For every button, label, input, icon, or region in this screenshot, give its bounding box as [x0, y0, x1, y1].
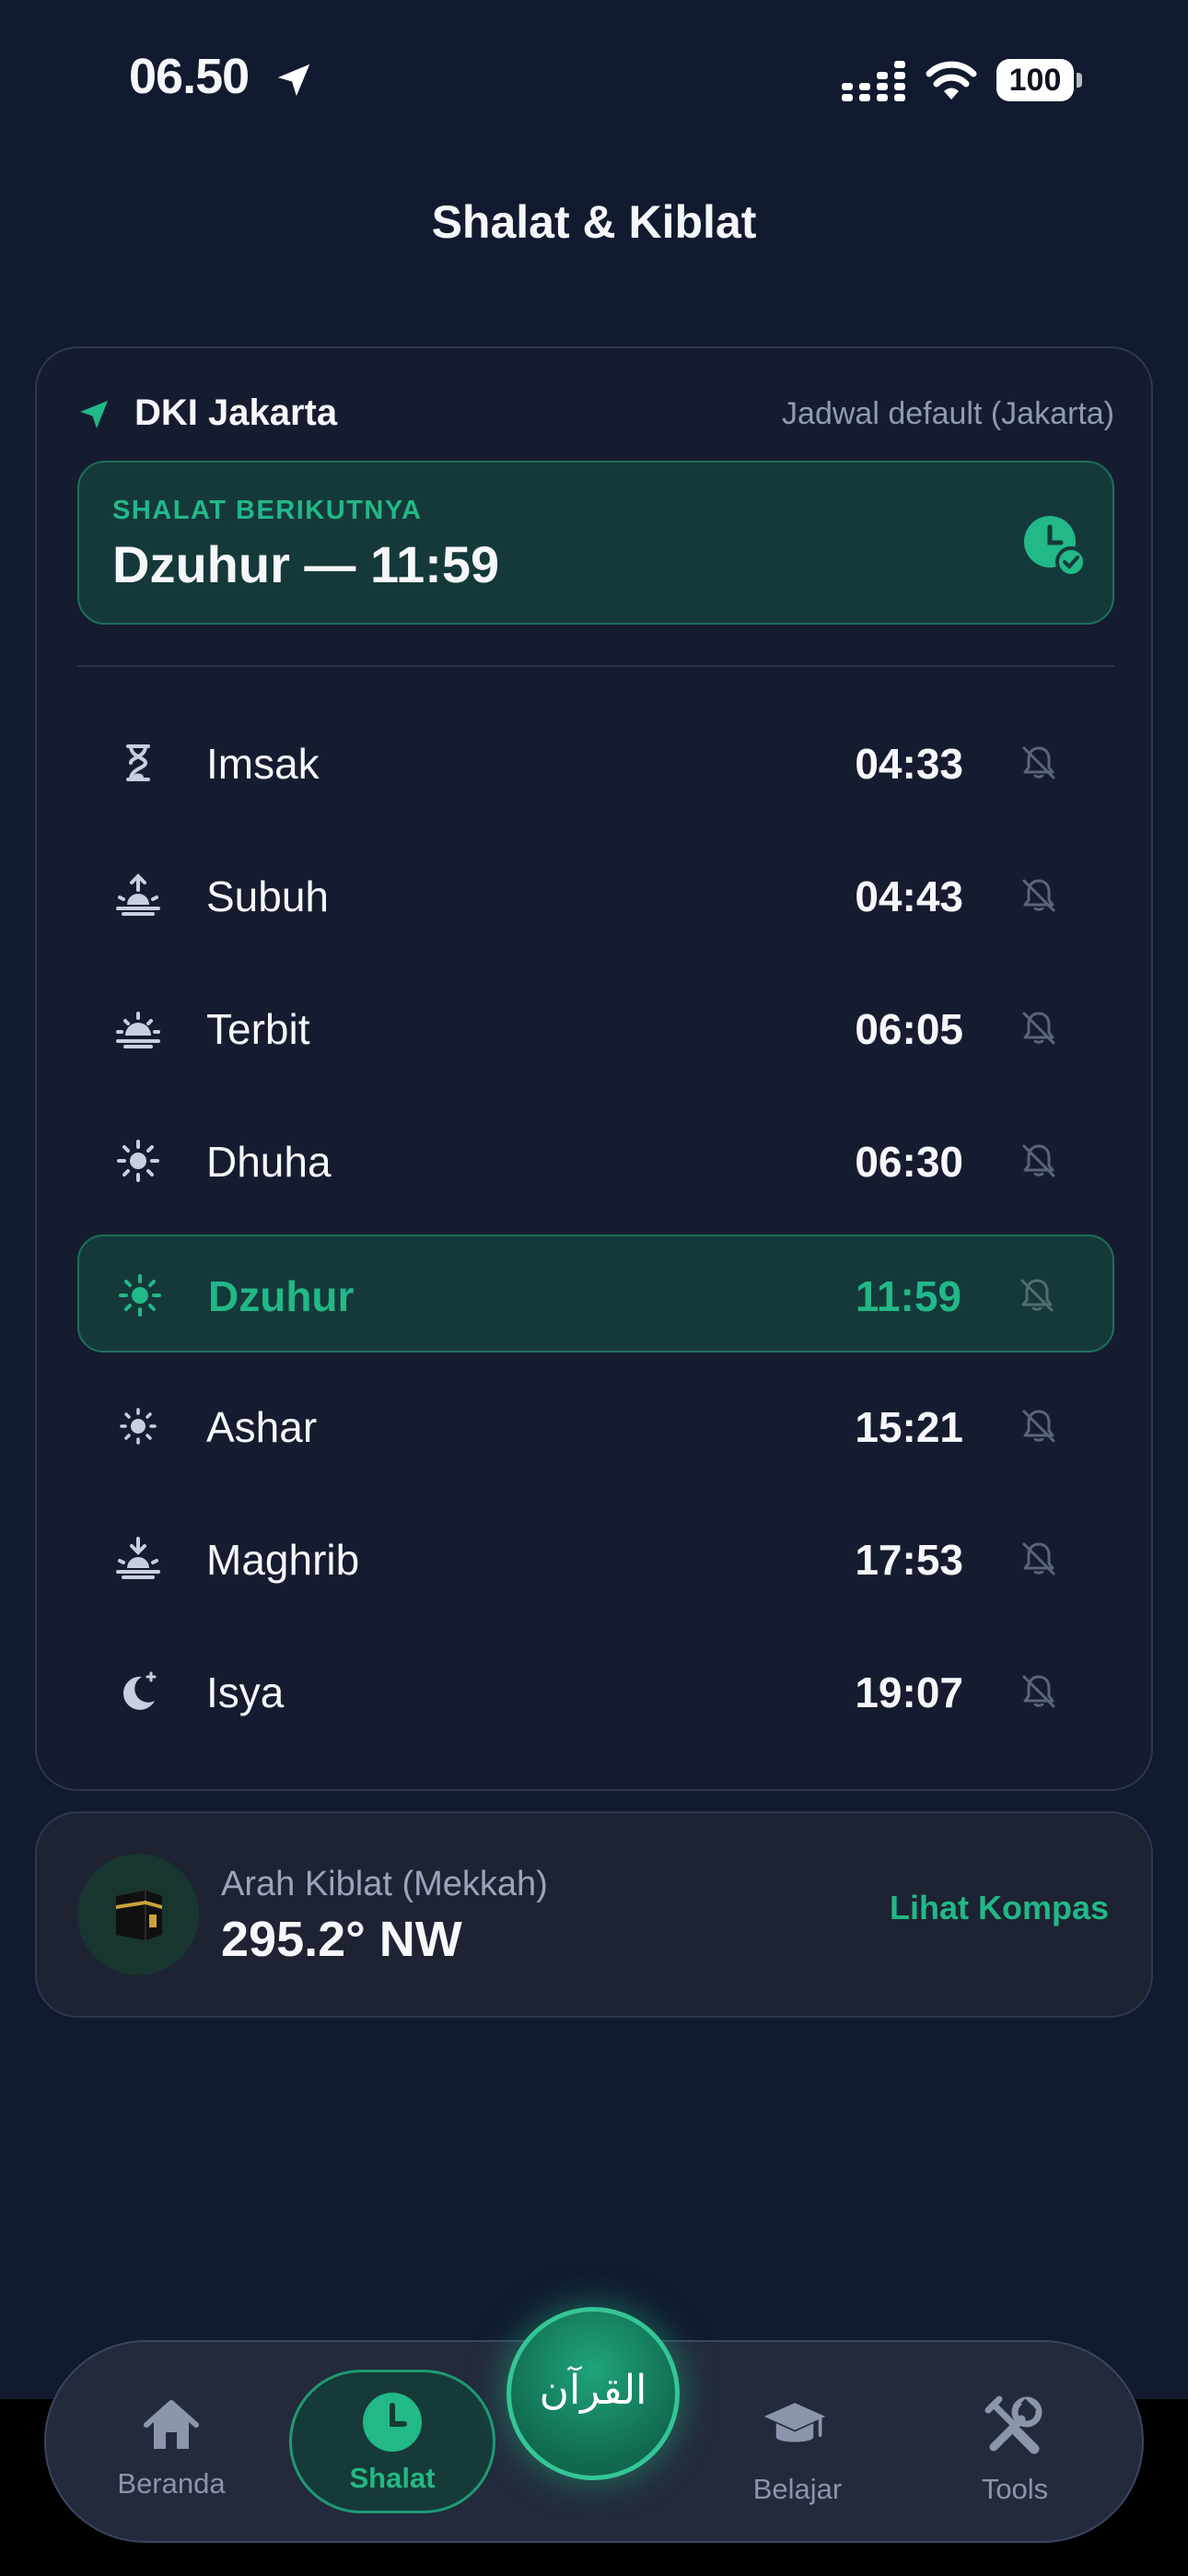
clock-icon [363, 2393, 422, 2452]
prayer-row-isya: Isya 19:07 [77, 1633, 1114, 1751]
status-bar: 06.50 100 [0, 0, 1188, 157]
bell-off-icon[interactable] [1017, 1275, 1057, 1316]
prayer-row-imsak: Imsak 04:33 [77, 704, 1114, 822]
battery-indicator: 100 [996, 59, 1083, 103]
kaaba-icon [116, 1891, 162, 1940]
prayer-row-dzuhur: Dzuhur 11:59 [77, 1235, 1114, 1352]
home-icon [144, 2400, 199, 2449]
location-arrow-icon [80, 401, 108, 428]
bell-off-icon[interactable] [1019, 1008, 1059, 1048]
sun-icon [119, 1274, 161, 1317]
prayer-time: 06:30 [855, 1138, 963, 1186]
bell-off-icon[interactable] [1019, 1406, 1059, 1446]
qibla-card[interactable]: Arah Kiblat (Mekkah) 295.2° NW Lihat Kom… [35, 1811, 1153, 2018]
clock-check-icon [1024, 516, 1087, 578]
prayer-name: Dhuha [206, 1138, 332, 1186]
prayer-time: 19:07 [855, 1669, 963, 1716]
sun-small-icon [120, 1408, 157, 1445]
next-prayer-value: Dzuhur — 11:59 [112, 535, 500, 593]
prayer-name: Maghrib [206, 1536, 360, 1584]
page-title: Shalat & Kiblat [431, 196, 757, 248]
prayer-row-terbit: Terbit 06:05 [77, 969, 1114, 1087]
tools-icon [984, 2395, 1042, 2454]
kaaba-avatar [77, 1854, 199, 1975]
sun-horizon-icon [116, 1012, 160, 1048]
moon-stars-icon [122, 1671, 157, 1710]
nav-item-tools[interactable]: Tools [923, 2342, 1107, 2541]
prayer-row-subuh: Subuh 04:43 [77, 837, 1114, 954]
prayer-time: 04:33 [855, 740, 963, 788]
sunset-icon [116, 1537, 160, 1579]
wifi-icon [926, 61, 977, 100]
qibla-direction: 295.2° NW [221, 1912, 462, 1967]
prayer-name: Isya [206, 1669, 285, 1716]
nav-item-shalat[interactable]: Shalat [289, 2342, 495, 2541]
location-row[interactable]: DKI Jakarta Jadwal default (Jakarta) [77, 389, 1114, 440]
prayer-name: Ashar [206, 1403, 318, 1451]
nav-label: Shalat [349, 2462, 436, 2494]
nav-item-beranda[interactable]: Beranda [79, 2342, 263, 2541]
prayer-time: 11:59 [855, 1272, 961, 1320]
prayer-name: Imsak [206, 740, 320, 788]
nav-label: Tools [981, 2473, 1049, 2505]
prayer-time: 15:21 [855, 1403, 963, 1451]
prayer-times-card: DKI Jakarta Jadwal default (Jakarta) SHA… [35, 346, 1153, 1791]
quran-label: القرآن [539, 2367, 647, 2414]
nav-label: Belajar [752, 2473, 843, 2505]
view-compass-link[interactable]: Lihat Kompas [890, 1889, 1109, 1927]
prayer-name: Subuh [206, 872, 330, 920]
bell-off-icon[interactable] [1019, 875, 1059, 916]
battery-tip [1077, 73, 1082, 88]
nav-item-belajar[interactable]: Belajar [705, 2342, 890, 2541]
qibla-label: Arah Kiblat (Mekkah) [221, 1865, 548, 1903]
prayer-row-dhuha: Dhuha 06:30 [77, 1102, 1114, 1220]
schedule-source: Jadwal default (Jakarta) [782, 396, 1114, 431]
hourglass-icon [126, 744, 150, 781]
prayer-time: 04:43 [855, 872, 963, 920]
location-name: DKI Jakarta [134, 392, 338, 433]
bell-off-icon[interactable] [1019, 1141, 1059, 1181]
quran-button[interactable]: القرآن [507, 2307, 680, 2480]
prayer-name: Dzuhur [208, 1272, 355, 1320]
sunrise-icon [116, 873, 160, 916]
prayer-name: Terbit [206, 1005, 310, 1053]
location-services-icon [277, 64, 310, 97]
status-time: 06.50 [129, 49, 250, 104]
battery-level: 100 [996, 59, 1074, 101]
nav-label: Beranda [117, 2467, 226, 2500]
cellular-signal-icon [842, 61, 905, 101]
next-prayer-banner: SHALAT BERIKUTNYA Dzuhur — 11:59 [77, 461, 1114, 625]
next-prayer-label: SHALAT BERIKUTNYA [112, 496, 423, 525]
bell-off-icon[interactable] [1019, 1539, 1059, 1579]
divider [77, 665, 1114, 667]
bell-off-icon[interactable] [1019, 743, 1059, 783]
prayer-time: 17:53 [855, 1536, 963, 1584]
prayer-row-maghrib: Maghrib 17:53 [77, 1500, 1114, 1618]
sun-icon [117, 1140, 159, 1182]
prayer-row-ashar: Ashar 15:21 [77, 1367, 1114, 1485]
prayer-time: 06:05 [855, 1005, 963, 1053]
bell-off-icon[interactable] [1019, 1671, 1059, 1712]
graduation-cap-icon [763, 2403, 826, 2442]
